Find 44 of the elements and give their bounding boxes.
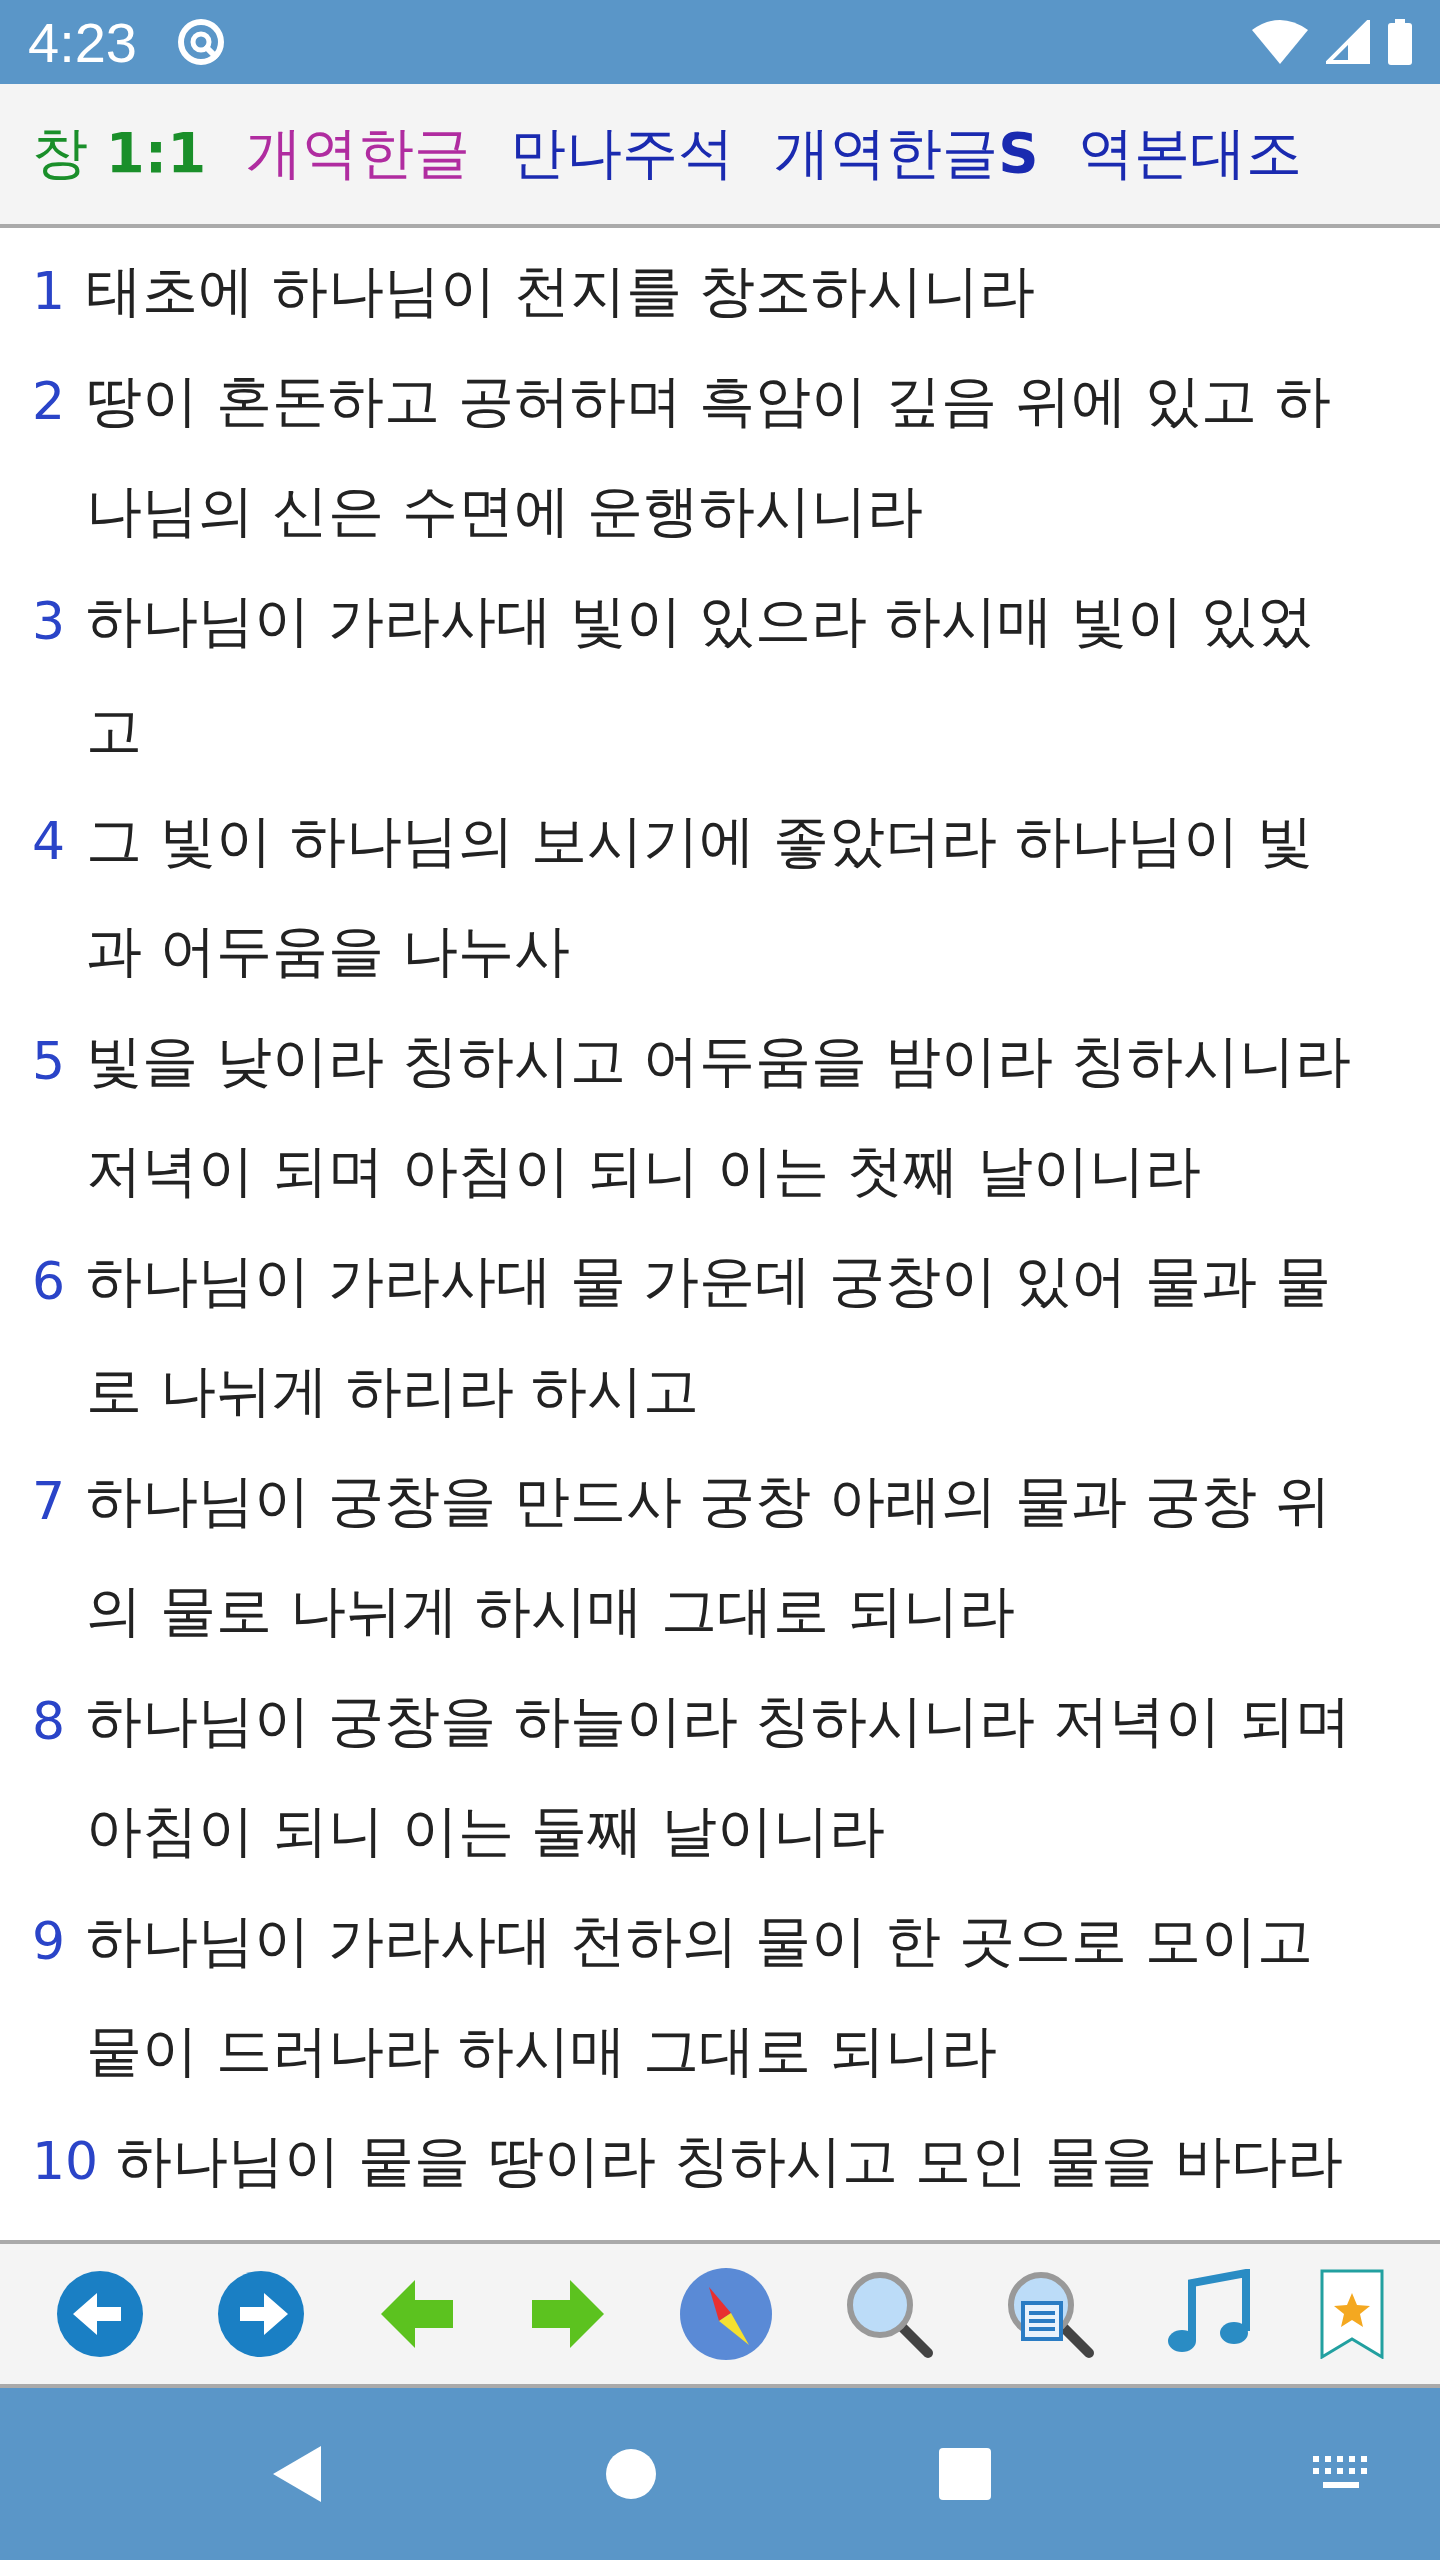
version-tab[interactable]: 만나주석 [510, 116, 735, 192]
verse-text: 의 물로 나뉘게 하시매 그대로 되니라 [86, 1577, 1016, 1645]
wifi-icon [1252, 20, 1308, 64]
verse-text: 하나님이 뭍을 땅이라 칭하시고 모인 물을 바다라 [116, 2127, 1343, 2195]
version-tab[interactable]: 개역한글S [774, 116, 1039, 192]
verse-text: 하나님이 가라사대 물 가운데 궁창이 있어 물과 물 [86, 1247, 1331, 1315]
back-triangle-icon[interactable] [271, 2444, 323, 2504]
battery-icon [1388, 19, 1412, 65]
verse-number: 10 [32, 2130, 99, 2193]
verse-number: 4 [32, 810, 67, 873]
verse-text: 태초에 하나님이 천지를 창조하시니라 [86, 257, 1036, 325]
verse-text: 하나님이 궁창을 하늘이라 칭하시니라 저녁이 되며 [86, 1687, 1351, 1755]
verse-text: 하나님이 가라사대 천하의 물이 한 곳으로 모이고 [86, 1907, 1313, 1975]
bookmark-icon[interactable] [1320, 2269, 1385, 2359]
version-tab[interactable]: 개역한글 [246, 116, 471, 192]
compass-icon[interactable] [678, 2267, 773, 2361]
verse-reference[interactable]: 창 1:1 [32, 116, 207, 192]
verse-number: 5 [32, 1030, 67, 1093]
verse-text: 뭍이 드러나라 하시매 그대로 되니라 [86, 2017, 999, 2085]
verse-text: 하나님이 가라사대 빛이 있으라 하시매 빛이 있었 [86, 587, 1313, 655]
verse-text: 고 [86, 697, 143, 765]
verse-text: 나님의 신은 수면에 운행하시니라 [86, 477, 925, 545]
verse-text: 그 빛이 하나님의 보시기에 좋았더라 하나님이 빛 [86, 807, 1313, 875]
verse-number: 8 [32, 1690, 67, 1753]
notification-icon [175, 16, 227, 68]
verse-text: 로 나뉘게 하리라 하시고 [86, 1357, 701, 1425]
verse-number: 2 [32, 370, 67, 433]
verse-text: 저녁이 되며 아침이 되니 이는 첫째 날이니라 [86, 1137, 1202, 1205]
version-tab[interactable]: 역본대조 [1078, 116, 1303, 192]
back-icon[interactable] [55, 2269, 146, 2359]
verse-text: 땅이 혼돈하고 공허하며 흑암이 깊음 위에 있고 하 [86, 367, 1331, 435]
verse-number: 9 [32, 1910, 67, 1973]
verse-text: 하나님이 궁창을 만드사 궁창 아래의 물과 궁창 위 [86, 1467, 1331, 1535]
verse-text: 과 어두움을 나누사 [86, 917, 571, 985]
verse-text: 아침이 되니 이는 둘째 날이니라 [86, 1797, 887, 1865]
verse-number: 1 [32, 260, 67, 323]
verse-text: 빛을 낮이라 칭하시고 어두움을 밤이라 칭하시니라 [86, 1027, 1351, 1095]
forward-icon[interactable] [216, 2269, 307, 2359]
verse-number: 3 [32, 590, 67, 653]
verse-number: 7 [32, 1470, 67, 1533]
verse-number: 6 [32, 1250, 67, 1313]
signal-icon [1326, 20, 1370, 64]
home-circle-icon[interactable] [605, 2448, 657, 2500]
status-time: 4:23 [28, 9, 137, 75]
